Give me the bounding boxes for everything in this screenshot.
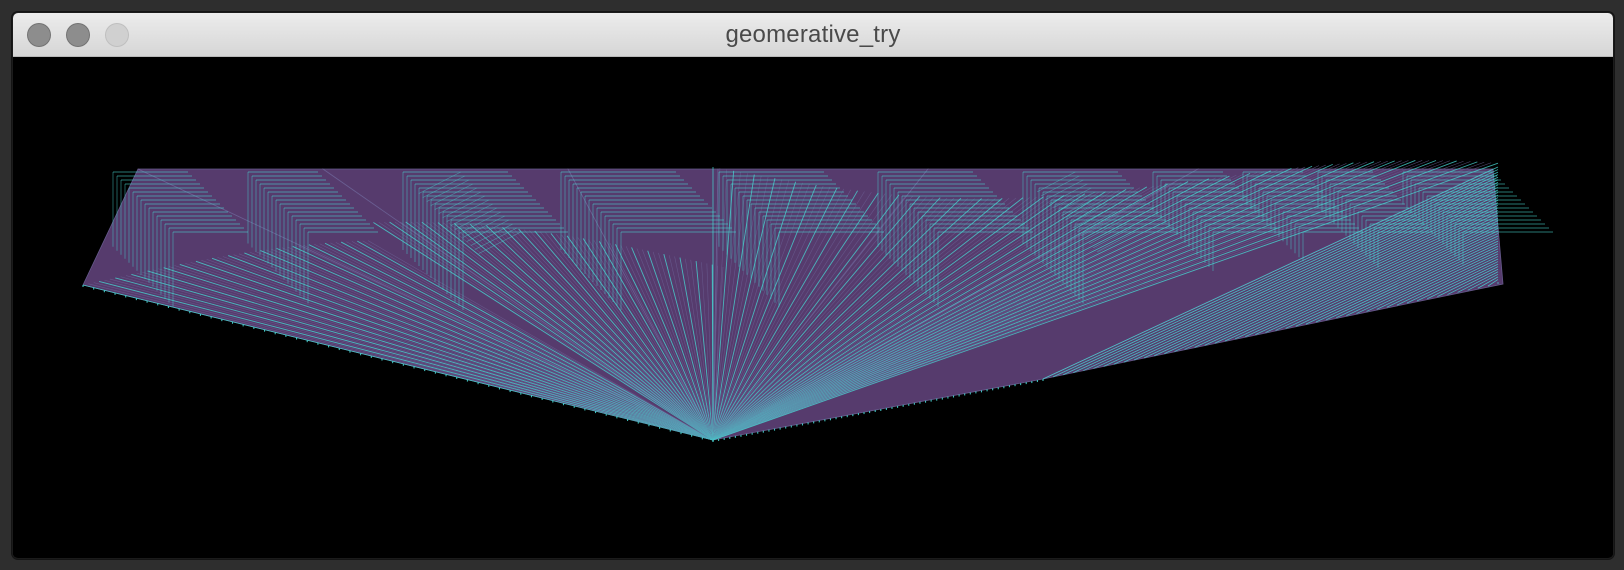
window-title: geomerative_try: [725, 21, 901, 48]
app-window: geomerative_try: [12, 12, 1614, 559]
geometric-text-sketch: [13, 57, 1613, 557]
window-titlebar[interactable]: geomerative_try: [13, 13, 1613, 57]
render-canvas[interactable]: [13, 57, 1613, 557]
